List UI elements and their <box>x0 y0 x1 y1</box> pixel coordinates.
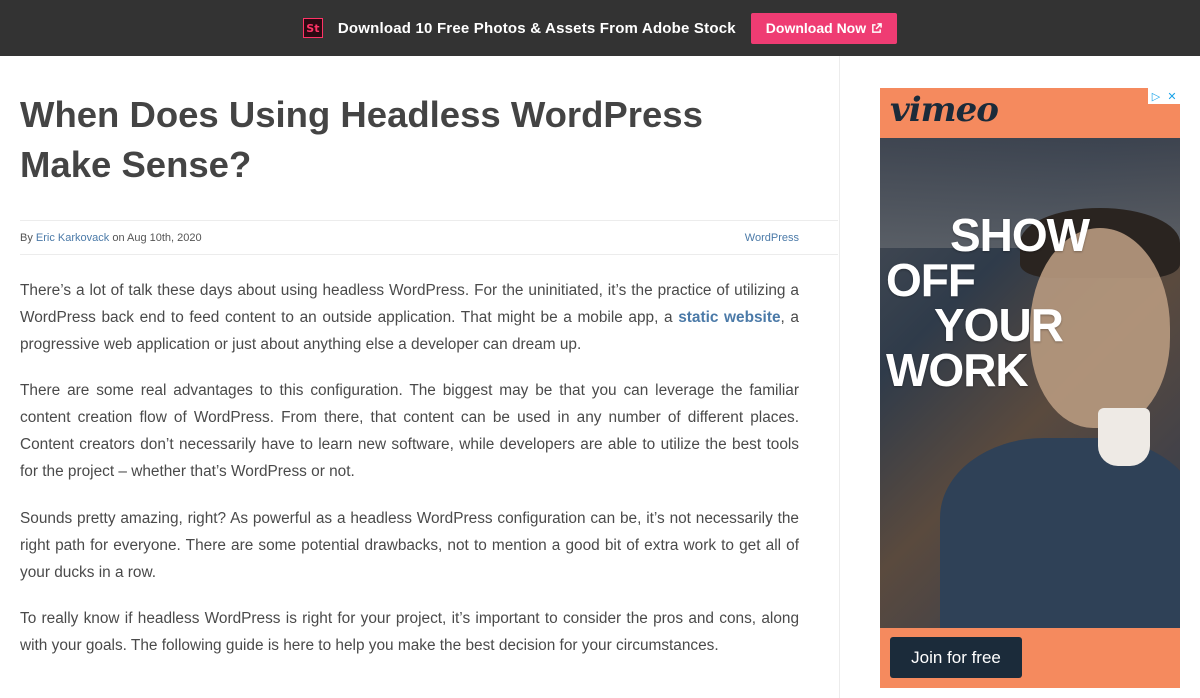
coffee-cup <box>1098 408 1150 466</box>
vimeo-logo: vimeo <box>890 90 999 130</box>
byline-by: By <box>20 232 33 244</box>
ad-choices[interactable]: ▷ ✕ <box>1148 88 1180 104</box>
category-link[interactable]: WordPress <box>745 232 799 244</box>
join-for-free-button[interactable]: Join for free <box>890 637 1022 678</box>
close-icon[interactable]: ✕ <box>1164 88 1180 104</box>
adchoices-icon[interactable]: ▷ <box>1148 88 1164 104</box>
author-link[interactable]: Eric Karkovack <box>36 232 109 244</box>
static-website-link[interactable]: static website <box>678 309 780 326</box>
paragraph-2: There are some real advantages to this c… <box>20 382 799 480</box>
ad-headline: SHOW OFF YOUR WORK <box>886 209 1090 396</box>
article-title: When Does Using Headless WordPress Make … <box>20 90 780 190</box>
post-date: on Aug 10th, 2020 <box>112 232 202 244</box>
vimeo-ad[interactable]: vimeo ▷ ✕ SHOW OFF YOUR WORK Join for fr… <box>880 88 1180 688</box>
download-now-button[interactable]: Download Now <box>750 12 898 44</box>
byline: By Eric Karkovack on Aug 10th, 2020 <box>20 232 202 244</box>
title-line-2: Make Sense? <box>20 144 252 185</box>
ad-headline-4: WORK <box>886 344 1029 396</box>
sidebar: vimeo ▷ ✕ SHOW OFF YOUR WORK Join for fr… <box>841 56 1200 698</box>
external-link-icon <box>872 22 882 33</box>
paragraph-1: There’s a lot of talk these days about u… <box>20 277 799 358</box>
ad-headline-1: SHOW <box>950 209 1090 261</box>
ad-headline-2: OFF <box>886 254 976 306</box>
ad-headline-3: YOUR <box>934 299 1064 351</box>
article-meta: By Eric Karkovack on Aug 10th, 2020 Word… <box>20 220 838 255</box>
title-line-1: When Does Using Headless WordPress <box>20 94 703 135</box>
promo-bar: St Download 10 Free Photos & Assets From… <box>0 0 1200 56</box>
paragraph-3: Sounds pretty amazing, right? As powerfu… <box>20 510 799 581</box>
download-now-label: Download Now <box>765 20 867 36</box>
adobe-stock-icon: St <box>302 18 323 38</box>
promo-text: Download 10 Free Photos & Assets From Ad… <box>337 19 736 37</box>
article-column: When Does Using Headless WordPress Make … <box>0 56 840 698</box>
paragraph-4: To really know if headless WordPress is … <box>20 610 799 654</box>
